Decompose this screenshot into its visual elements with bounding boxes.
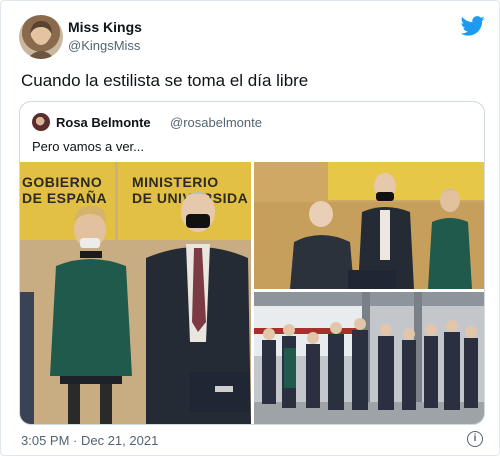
tweet-card: Miss Kings @KingsMiss Cuando la estilist… (0, 0, 500, 456)
quoted-user-handle[interactable]: @rosabelmonte (170, 115, 262, 130)
tweet-timestamp[interactable]: 3:05 PM · Dec 21, 2021 (21, 433, 158, 448)
photo-3[interactable] (254, 292, 484, 424)
avatar[interactable] (19, 15, 63, 59)
photo-1[interactable]: GOBIERNO DE ESPAÑA MINISTERIO DE UNIVERS… (20, 162, 251, 424)
display-name[interactable]: Miss Kings (68, 19, 142, 35)
tweet-text: Cuando la estilista se toma el día libre (21, 71, 309, 90)
info-icon[interactable]: i (467, 431, 483, 447)
photo-2[interactable] (254, 162, 484, 289)
quoted-tweet[interactable]: Rosa Belmonte @rosabelmonte Pero vamos a… (19, 101, 485, 425)
quoted-avatar[interactable] (32, 113, 50, 131)
twitter-bird-icon[interactable] (461, 15, 485, 37)
quoted-tweet-text: Pero vamos a ver... (32, 139, 144, 154)
user-handle[interactable]: @KingsMiss (68, 38, 140, 53)
quoted-display-name[interactable]: Rosa Belmonte (56, 115, 151, 130)
